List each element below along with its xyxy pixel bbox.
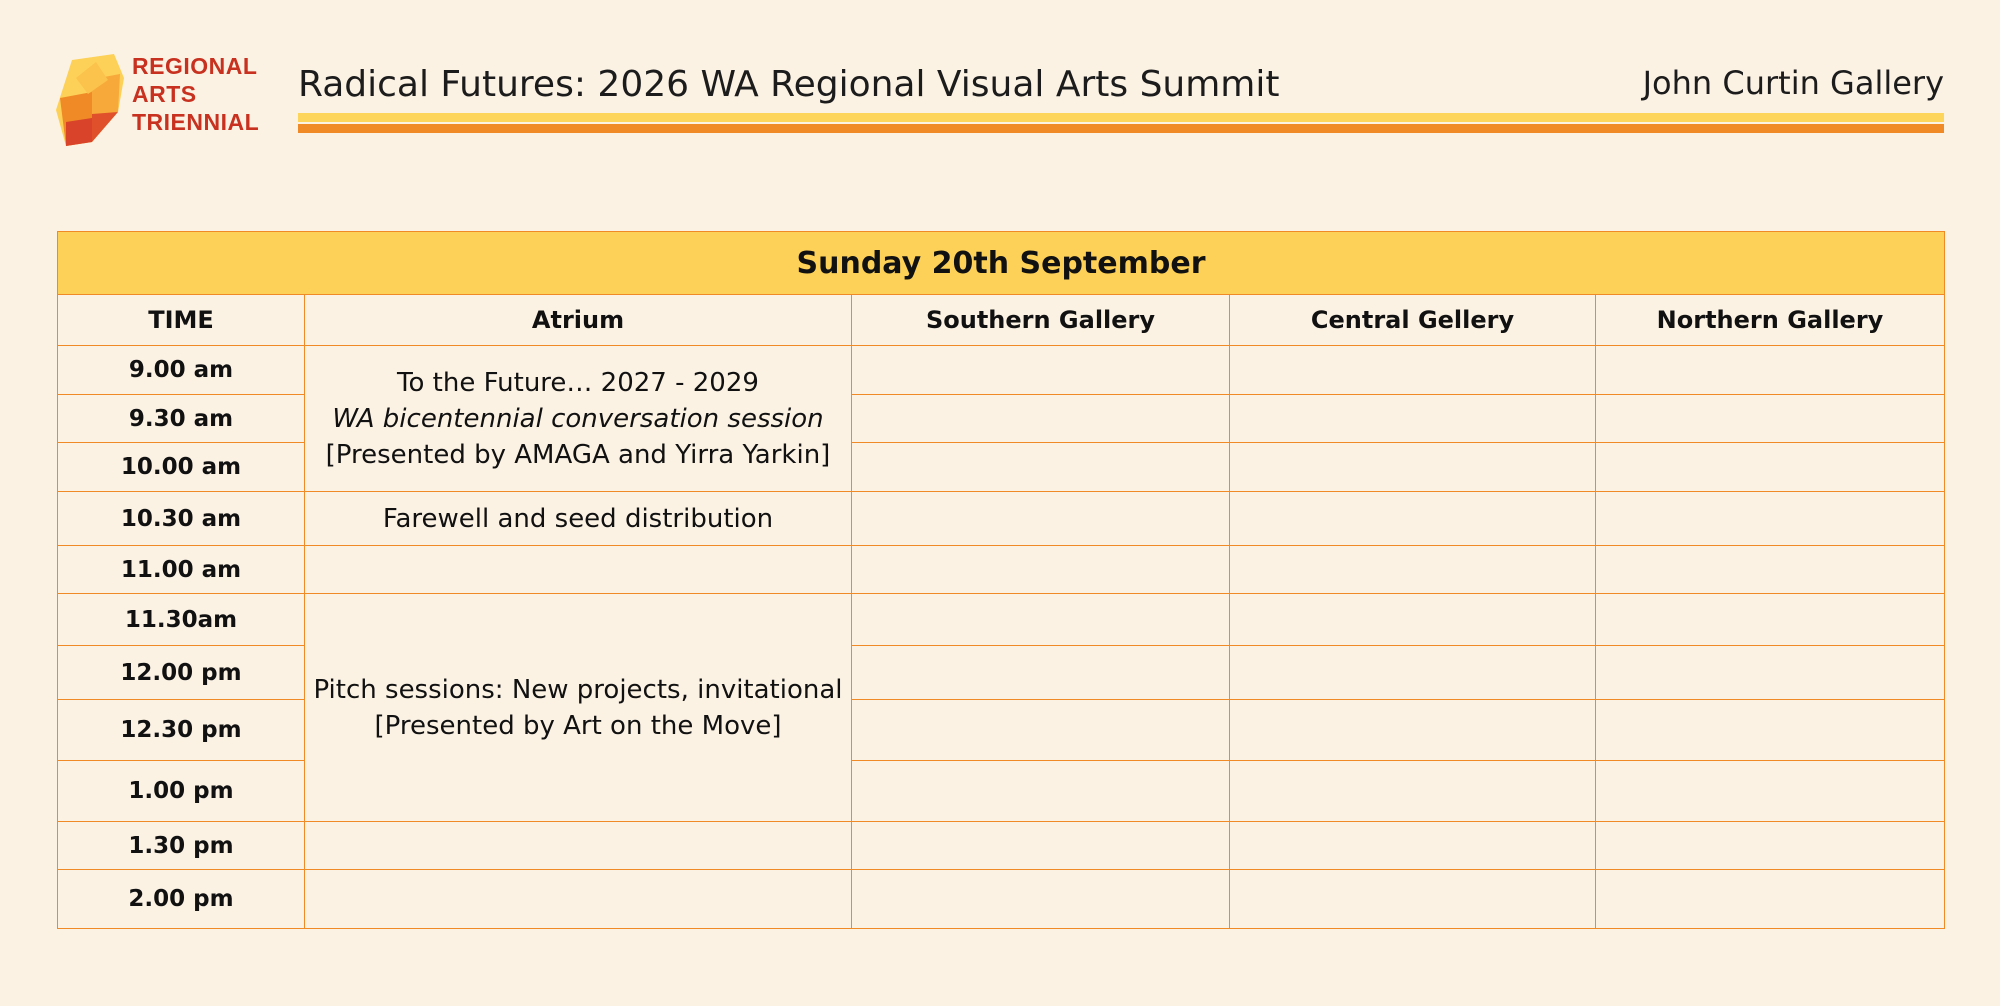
empty-cell — [1595, 869, 1945, 929]
column-header-southern: Southern Gallery — [851, 294, 1230, 346]
time-cell: 12.00 pm — [57, 645, 305, 700]
time-cell: 10.00 am — [57, 442, 305, 492]
empty-cell — [1229, 869, 1596, 929]
empty-cell — [851, 760, 1230, 822]
empty-cell — [851, 699, 1230, 761]
time-cell: 2.00 pm — [57, 869, 305, 929]
session-presenter: [Presented by Art on the Move] — [374, 710, 782, 741]
empty-cell — [851, 442, 1230, 492]
logo-mark-icon — [56, 54, 124, 146]
empty-cell — [1229, 545, 1596, 594]
time-cell: 9.00 am — [57, 345, 305, 395]
table-row: 11.00 am — [57, 545, 1945, 594]
empty-cell — [1595, 442, 1945, 492]
empty-cell — [851, 545, 1230, 594]
session-title: Pitch sessions: New projects, invitation… — [313, 674, 843, 705]
empty-cell — [851, 345, 1230, 395]
empty-cell — [1229, 442, 1596, 492]
atrium-farewell: Farewell and seed distribution — [304, 491, 852, 546]
empty-cell — [1595, 491, 1945, 546]
session-presenter: [Presented by AMAGA and Yirra Yarkin] — [325, 439, 831, 470]
empty-cell — [1595, 345, 1945, 395]
empty-cell — [304, 545, 852, 594]
table-row: 10.30 am Farewell and seed distribution — [57, 491, 1945, 546]
empty-cell — [1595, 699, 1945, 761]
table-row: 11.30am Pitch sessions: New projects, in… — [57, 593, 1945, 822]
empty-cell — [1229, 821, 1596, 870]
empty-cell — [851, 821, 1230, 870]
day-title: Sunday 20th September — [57, 231, 1945, 295]
time-cell: 12.30 pm — [57, 699, 305, 761]
empty-cell — [1595, 394, 1945, 443]
schedule-table: Sunday 20th September TIME Atrium Southe… — [57, 231, 1945, 929]
atrium-future-session: To the Future… 2027 - 2029 WA bicentenni… — [304, 345, 852, 492]
day-header-row: Sunday 20th September — [57, 231, 1945, 295]
empty-cell — [851, 869, 1230, 929]
empty-cell — [1229, 394, 1596, 443]
empty-cell — [851, 593, 1230, 646]
empty-cell — [1595, 821, 1945, 870]
time-cell: 1.00 pm — [57, 760, 305, 822]
empty-cell — [1229, 760, 1596, 822]
empty-cell — [851, 491, 1230, 546]
logo-line-2: ARTS — [132, 81, 197, 107]
empty-cell — [304, 821, 852, 870]
table-row: 2.00 pm — [57, 869, 1945, 929]
time-cell: 11.30am — [57, 593, 305, 646]
logo-line-1: REGIONAL — [132, 53, 258, 79]
time-cell: 11.00 am — [57, 545, 305, 594]
time-cell: 10.30 am — [57, 491, 305, 546]
table-row: 9.00 am To the Future… 2027 - 2029 WA bi… — [57, 345, 1945, 492]
session-subtitle: WA bicentennial conversation session — [332, 403, 824, 434]
empty-cell — [1229, 491, 1596, 546]
empty-cell — [1595, 645, 1945, 700]
column-header-atrium: Atrium — [304, 294, 852, 346]
venue-name: John Curtin Gallery — [1642, 64, 1944, 102]
empty-cell — [1229, 593, 1596, 646]
column-header-row: TIME Atrium Southern Gallery Central Gel… — [57, 294, 1945, 346]
empty-cell — [1229, 645, 1596, 700]
logo-line-3: TRIENNIAL — [132, 109, 260, 135]
table-row: 1.30 pm — [57, 821, 1945, 870]
session-title: To the Future… 2027 - 2029 — [397, 367, 759, 398]
time-cell: 1.30 pm — [57, 821, 305, 870]
empty-cell — [851, 394, 1230, 443]
empty-cell — [851, 645, 1230, 700]
empty-cell — [304, 869, 852, 929]
column-header-time: TIME — [57, 294, 305, 346]
atrium-pitch-session: Pitch sessions: New projects, invitation… — [304, 593, 852, 822]
logo: REGIONAL ARTS TRIENNIAL — [52, 52, 272, 152]
column-header-northern: Northern Gallery — [1595, 294, 1945, 346]
empty-cell — [1595, 760, 1945, 822]
page-title: Radical Futures: 2026 WA Regional Visual… — [298, 64, 1280, 105]
logo-text: REGIONAL ARTS TRIENNIAL — [132, 52, 259, 136]
empty-cell — [1595, 545, 1945, 594]
empty-cell — [1229, 345, 1596, 395]
empty-cell — [1595, 593, 1945, 646]
time-cell: 9.30 am — [57, 394, 305, 443]
column-header-central: Central Gellery — [1229, 294, 1596, 346]
header-rule-orange — [298, 124, 1944, 133]
header-rule-yellow — [298, 113, 1944, 122]
empty-cell — [1229, 699, 1596, 761]
